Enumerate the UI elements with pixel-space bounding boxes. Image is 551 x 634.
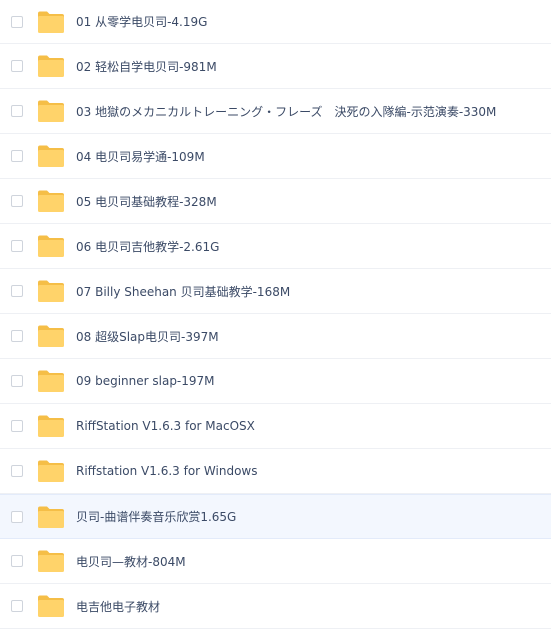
folder-icon <box>38 235 64 257</box>
file-name[interactable]: 05 电贝司基础教程-328M <box>76 193 217 210</box>
list-item[interactable]: 09 beginner slap-197M <box>0 359 551 404</box>
list-item[interactable]: 贝司-曲谱伴奏音乐欣赏1.65G <box>0 494 551 539</box>
file-name[interactable]: 03 地獄のメカニカルトレーニング・フレーズ 決死の入隊編-示范演奏-330M <box>76 103 496 120</box>
folder-icon <box>38 415 64 437</box>
select-checkbox[interactable] <box>11 285 23 297</box>
file-name[interactable]: 电吉他电子教材 <box>76 598 160 615</box>
file-name[interactable]: 06 电贝司吉他教学-2.61G <box>76 238 219 255</box>
folder-icon <box>38 460 64 482</box>
list-item[interactable]: 电吉他电子教材 <box>0 584 551 629</box>
file-name[interactable]: 01 从零学电贝司-4.19G <box>76 13 207 30</box>
list-item[interactable]: 02 轻松自学电贝司-981M <box>0 44 551 89</box>
list-item[interactable]: Riffstation V1.6.3 for Windows <box>0 449 551 494</box>
list-item[interactable]: 电贝司—教材-804M <box>0 539 551 584</box>
list-item[interactable]: 05 电贝司基础教程-328M <box>0 179 551 224</box>
select-checkbox[interactable] <box>11 555 23 567</box>
file-name[interactable]: 07 Billy Sheehan 贝司基础教学-168M <box>76 283 290 300</box>
list-item[interactable]: 08 超级Slap电贝司-397M <box>0 314 551 359</box>
folder-icon <box>38 550 64 572</box>
file-name[interactable]: 电贝司—教材-804M <box>76 553 186 570</box>
file-list: 01 从零学电贝司-4.19G 02 轻松自学电贝司-981M 03 地獄のメカ… <box>0 0 551 629</box>
file-name[interactable]: 04 电贝司易学通-109M <box>76 148 205 165</box>
list-item[interactable]: 01 从零学电贝司-4.19G <box>0 0 551 44</box>
folder-icon <box>38 100 64 122</box>
select-checkbox[interactable] <box>11 600 23 612</box>
select-checkbox[interactable] <box>11 105 23 117</box>
select-checkbox[interactable] <box>11 420 23 432</box>
folder-icon <box>38 506 64 528</box>
folder-icon <box>38 145 64 167</box>
folder-icon <box>38 325 64 347</box>
folder-icon <box>38 595 64 617</box>
file-name[interactable]: RiffStation V1.6.3 for MacOSX <box>76 419 255 433</box>
list-item[interactable]: 06 电贝司吉他教学-2.61G <box>0 224 551 269</box>
select-checkbox[interactable] <box>11 330 23 342</box>
select-checkbox[interactable] <box>11 195 23 207</box>
folder-icon <box>38 370 64 392</box>
list-item[interactable]: 07 Billy Sheehan 贝司基础教学-168M <box>0 269 551 314</box>
select-checkbox[interactable] <box>11 150 23 162</box>
select-checkbox[interactable] <box>11 15 23 28</box>
select-checkbox[interactable] <box>11 375 23 387</box>
list-item[interactable]: RiffStation V1.6.3 for MacOSX <box>0 404 551 449</box>
select-checkbox[interactable] <box>11 465 23 477</box>
folder-icon <box>38 55 64 77</box>
select-checkbox[interactable] <box>11 510 23 523</box>
folder-icon <box>38 11 64 33</box>
file-name[interactable]: 贝司-曲谱伴奏音乐欣赏1.65G <box>76 508 236 525</box>
folder-icon <box>38 280 64 302</box>
select-checkbox[interactable] <box>11 240 23 252</box>
list-item[interactable]: 03 地獄のメカニカルトレーニング・フレーズ 決死の入隊編-示范演奏-330M <box>0 89 551 134</box>
file-name[interactable]: Riffstation V1.6.3 for Windows <box>76 464 258 478</box>
folder-icon <box>38 190 64 212</box>
list-item[interactable]: 04 电贝司易学通-109M <box>0 134 551 179</box>
select-checkbox[interactable] <box>11 60 23 72</box>
file-name[interactable]: 08 超级Slap电贝司-397M <box>76 328 219 345</box>
file-name[interactable]: 09 beginner slap-197M <box>76 374 215 388</box>
file-name[interactable]: 02 轻松自学电贝司-981M <box>76 58 217 75</box>
